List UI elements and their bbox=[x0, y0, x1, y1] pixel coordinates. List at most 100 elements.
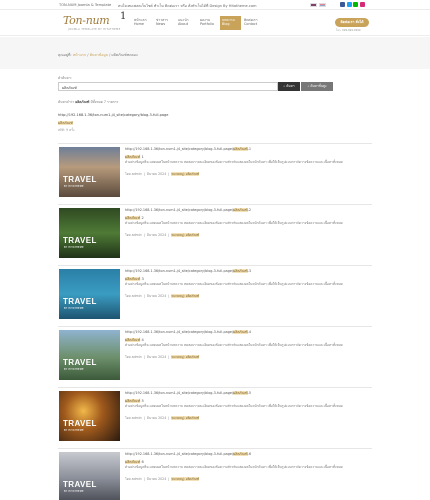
top-bar: TON-NUM Joomla & Template สนใจเทมเพลตเว็… bbox=[0, 0, 430, 10]
nav-item-0[interactable]: หน้าแรก Home bbox=[132, 16, 153, 30]
result-url-prefix: http://192.168.1.36/ton-num1-j4_site/cat… bbox=[125, 269, 234, 273]
result-date: มีนาคม 2024 bbox=[146, 355, 167, 359]
search-button[interactable]: ⌕ ค้นหา bbox=[278, 82, 300, 91]
breadcrumb-bar: คุณอยู่ที่: หน้าแรก / ค้นหาข้อมูล / ผลิต… bbox=[0, 37, 430, 69]
result-description: ตัวอย่างข้อมูลที่จะแสดงผลในหน้าบทความ ทด… bbox=[125, 404, 343, 408]
result-url[interactable]: http://192.168.1.36/ton-num1-j4_site/cat… bbox=[125, 208, 251, 213]
site-logo[interactable]: Ton-num 1 JOOMLA TEMPLATE BY HITATHEME bbox=[60, 11, 130, 35]
result-thumbnail[interactable]: TRAVEL BY HITATHEME bbox=[59, 330, 120, 380]
result-title-number: 1 bbox=[141, 154, 144, 159]
social-links[interactable] bbox=[340, 2, 365, 7]
summary-suffix: มีทั้งหมด 7 รายการ bbox=[90, 100, 119, 104]
result-category[interactable]: หมวดหมู่: ผลิตภัณฑ์ bbox=[171, 233, 200, 237]
result-author: โดย admin bbox=[125, 416, 142, 420]
result-title-number: 4 bbox=[141, 337, 144, 342]
result-thumbnail[interactable]: TRAVEL BY HITATHEME bbox=[59, 391, 120, 441]
thumb-by-text: BY HITATHEME bbox=[64, 368, 84, 371]
result-author: โดย admin bbox=[125, 172, 142, 176]
facebook-icon[interactable] bbox=[340, 2, 345, 7]
first-result-title[interactable]: ผลิตภัณฑ์ bbox=[58, 120, 73, 126]
result-url-prefix: http://192.168.1.36/ton-num1-j4_site/cat… bbox=[125, 391, 234, 395]
nav-item-3[interactable]: ผลงาน Portfolio bbox=[198, 16, 219, 30]
search-input[interactable]: ผลิตภัณฑ์ bbox=[58, 82, 278, 91]
result-url[interactable]: http://192.168.1.36/ton-num1-j4_site/cat… bbox=[125, 269, 251, 274]
result-title-highlight: ผลิตภัณฑ์ bbox=[125, 459, 141, 464]
advanced-search-label: ค้นหาขั้นสูง bbox=[310, 84, 327, 88]
result-date: มีนาคม 2024 bbox=[146, 477, 167, 481]
breadcrumb-home-link[interactable]: หน้าแรก bbox=[73, 53, 86, 57]
breadcrumb-search-link[interactable]: ค้นหาข้อมูล bbox=[90, 53, 108, 57]
result-divider bbox=[58, 326, 372, 327]
result-divider bbox=[58, 143, 372, 144]
flag-english-icon[interactable] bbox=[318, 2, 326, 7]
search-result-item: TRAVEL BY HITATHEME http://192.168.1.36/to… bbox=[58, 391, 372, 449]
top-bar-notice: สนใจเทมเพลตเว็บไซต์ ทำเว็บ ติดต่อเรา หรื… bbox=[118, 4, 257, 8]
search-result-item: TRAVEL BY HITATHEME http://192.168.1.36/to… bbox=[58, 269, 372, 327]
result-url[interactable]: http://192.168.1.36/ton-num1-j4_site/cat… bbox=[125, 147, 251, 152]
search-result-item: TRAVEL BY HITATHEME http://192.168.1.36/to… bbox=[58, 452, 372, 500]
result-url-suffix: -2 bbox=[247, 208, 251, 212]
result-category[interactable]: หมวดหมู่: ผลิตภัณฑ์ bbox=[171, 477, 200, 481]
result-description: ตัวอย่างข้อมูลที่จะแสดงผลในหน้าบทความ ทด… bbox=[125, 343, 343, 347]
result-author: โดย admin bbox=[125, 233, 142, 237]
result-title[interactable]: ผลิตภัณฑ์ 2 bbox=[125, 215, 144, 221]
nav-item-2[interactable]: แนะนำ About bbox=[176, 16, 197, 30]
search-result-item: TRAVEL BY HITATHEME http://192.168.1.36/to… bbox=[58, 208, 372, 266]
thumb-by-text: BY HITATHEME bbox=[64, 490, 84, 493]
twitter-icon[interactable] bbox=[346, 2, 352, 7]
breadcrumb-sep: / bbox=[87, 53, 89, 57]
nav-item-4[interactable]: บทความ Blog bbox=[220, 16, 241, 30]
result-category[interactable]: หมวดหมู่: ผลิตภัณฑ์ bbox=[171, 294, 200, 298]
result-url[interactable]: http://192.168.1.36/ton-num1-j4_site/cat… bbox=[125, 330, 251, 335]
site-header: Ton-num 1 JOOMLA TEMPLATE BY HITATHEME ห… bbox=[0, 10, 430, 36]
result-date: มีนาคม 2024 bbox=[146, 172, 167, 176]
breadcrumb-current: ผลิตภัณฑ์ทดลอง bbox=[111, 53, 138, 57]
summary-term: ผลิตภัณฑ์ bbox=[75, 100, 90, 104]
top-bar-brand: TON-NUM Joomla & Template bbox=[59, 3, 112, 7]
result-url-highlight: ผลิตภัณฑ์ bbox=[233, 147, 248, 151]
advanced-search-button[interactable]: ⌕ ค้นหาขั้นสูง bbox=[301, 82, 333, 91]
search-button-label: ค้นหา bbox=[286, 84, 295, 88]
contact-cta-button[interactable]: ติดต่อเรา สั่งได้ bbox=[335, 18, 369, 27]
result-thumbnail[interactable]: TRAVEL BY HITATHEME bbox=[59, 208, 120, 258]
result-url-prefix: http://192.168.1.36/ton-num1-j4_site/cat… bbox=[125, 147, 234, 151]
result-title-number: 5 bbox=[141, 398, 144, 403]
flag-thai-icon[interactable] bbox=[310, 2, 317, 7]
result-url-highlight: ผลิตภัณฑ์ bbox=[233, 452, 248, 456]
result-thumbnail[interactable]: TRAVEL BY HITATHEME bbox=[59, 269, 120, 319]
result-title[interactable]: ผลิตภัณฑ์ 4 bbox=[125, 337, 144, 343]
logo-word: Ton-num bbox=[63, 14, 110, 27]
result-url-prefix: http://192.168.1.36/ton-num1-j4_site/cat… bbox=[125, 330, 234, 334]
result-title-number: 2 bbox=[141, 215, 144, 220]
result-meta: โดย admin | มีนาคม 2024 | หมวดหมู่: ผลิต… bbox=[125, 294, 200, 298]
result-thumbnail[interactable]: TRAVEL BY HITATHEME bbox=[59, 452, 120, 500]
result-title[interactable]: ผลิตภัณฑ์ 1 bbox=[125, 154, 144, 160]
breadcrumb-sep: / bbox=[109, 53, 111, 57]
result-author: โดย admin bbox=[125, 294, 142, 298]
result-title[interactable]: ผลิตภัณฑ์ 6 bbox=[125, 459, 144, 465]
nav-item-5[interactable]: ติดต่อเรา Contact bbox=[242, 16, 263, 30]
result-title[interactable]: ผลิตภัณฑ์ 5 bbox=[125, 398, 144, 404]
first-result-title-text: ผลิตภัณฑ์ bbox=[58, 121, 73, 125]
thumb-travel-text: TRAVEL bbox=[63, 297, 97, 306]
result-title[interactable]: ผลิตภัณฑ์ 3 bbox=[125, 276, 144, 282]
result-url-suffix: -4 bbox=[247, 330, 251, 334]
result-url-highlight: ผลิตภัณฑ์ bbox=[233, 330, 248, 334]
main-nav: หน้าแรก Home ข่าวสาร News แนะนำ About ผลงาน Por… bbox=[132, 16, 264, 30]
result-thumbnail[interactable]: TRAVEL BY HITATHEME bbox=[59, 147, 120, 197]
result-category[interactable]: หมวดหมู่: ผลิตภัณฑ์ bbox=[171, 355, 200, 359]
result-url[interactable]: http://192.168.1.36/ton-num1-j4_site/cat… bbox=[125, 391, 251, 396]
nav-item-1[interactable]: ข่าวสาร News bbox=[154, 16, 175, 30]
result-url[interactable]: http://192.168.1.36/ton-num1-j4_site/cat… bbox=[125, 452, 251, 457]
first-result-url[interactable]: http://192.168.1.36/ton-num1-j4_site/cat… bbox=[58, 113, 168, 117]
thumb-travel-text: TRAVEL bbox=[63, 236, 97, 245]
result-title-highlight: ผลิตภัณฑ์ bbox=[125, 398, 141, 403]
result-category[interactable]: หมวดหมู่: ผลิตภัณฑ์ bbox=[171, 172, 200, 176]
result-description: ตัวอย่างข้อมูลที่จะแสดงผลในหน้าบทความ ทด… bbox=[125, 465, 343, 469]
line-icon[interactable] bbox=[353, 2, 358, 7]
language-flags[interactable] bbox=[310, 2, 326, 7]
breadcrumb-label: คุณอยู่ที่: bbox=[58, 53, 72, 57]
result-category[interactable]: หมวดหมู่: ผลิตภัณฑ์ bbox=[171, 416, 200, 420]
instagram-icon[interactable] bbox=[359, 2, 365, 7]
nav-item-sub: About bbox=[178, 22, 189, 27]
